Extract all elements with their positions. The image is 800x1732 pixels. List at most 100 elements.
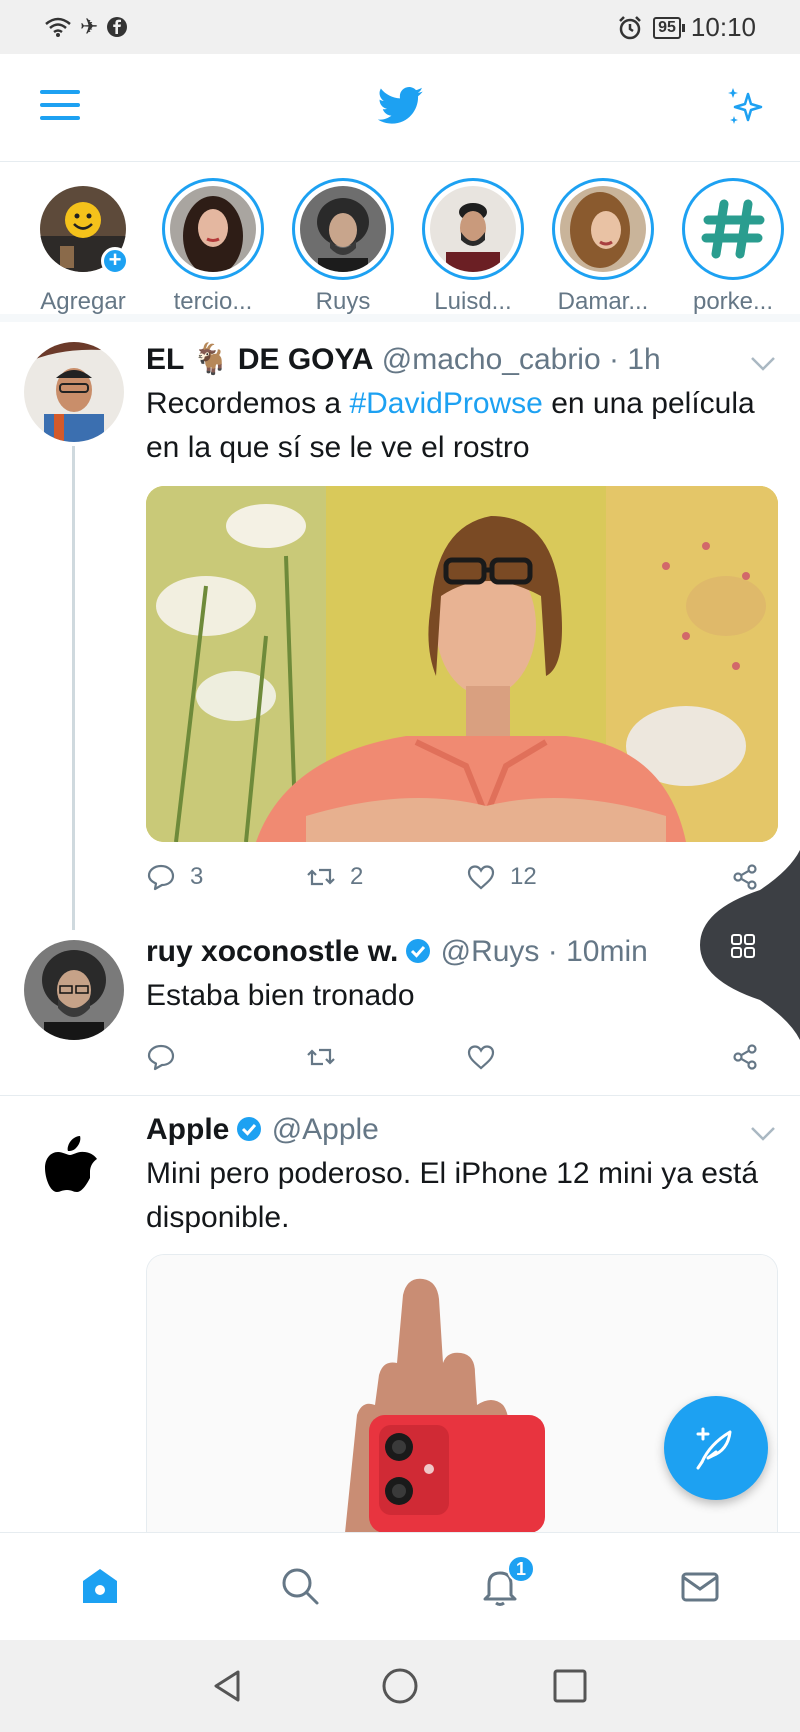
fleet-label: tercio... bbox=[173, 288, 253, 315]
author-handle[interactable]: @Ruys bbox=[441, 935, 540, 968]
fleet-label: Ruys bbox=[315, 288, 371, 315]
fleet-item[interactable]: Damar... bbox=[538, 162, 668, 315]
add-fleet-plus-icon: + bbox=[101, 247, 129, 275]
hashtag-link[interactable]: #DavidProwse bbox=[349, 387, 542, 420]
like-button[interactable] bbox=[466, 1042, 626, 1072]
apple-logo-icon bbox=[45, 1136, 97, 1192]
fleet-item[interactable]: tercio... bbox=[148, 162, 278, 315]
tweet-actions bbox=[146, 1042, 760, 1072]
wifi-icon bbox=[45, 17, 71, 37]
tweet-header: EL 🐐 DE GOYA @macho_cabrio · 1h bbox=[146, 340, 780, 380]
home-icon bbox=[83, 1569, 117, 1603]
tweet-time: · 10min bbox=[547, 935, 648, 968]
fleet-item[interactable]: porke... bbox=[668, 162, 798, 315]
tweet-header: Apple @Apple bbox=[146, 1110, 780, 1150]
avatar bbox=[170, 186, 256, 272]
nav-search[interactable] bbox=[200, 1533, 400, 1640]
system-navigation-bar bbox=[0, 1640, 800, 1732]
tweet-body: EL 🐐 DE GOYA @macho_cabrio · 1h Recordem… bbox=[146, 340, 780, 470]
tweet-actions: 3 2 12 bbox=[146, 862, 760, 892]
fleet-item[interactable]: Ruys bbox=[278, 162, 408, 315]
battery-indicator: 95 bbox=[653, 16, 685, 39]
share-button[interactable] bbox=[730, 1042, 760, 1072]
fleet-label: Agregar bbox=[40, 288, 126, 315]
fleet-avatar-ring: + bbox=[32, 178, 134, 280]
top-app-bar bbox=[0, 54, 800, 162]
tweet-image[interactable] bbox=[146, 1254, 778, 1532]
clock: 10:10 bbox=[690, 12, 756, 42]
tweet-header: ruy xoconostle w. @Ruys · 10min bbox=[146, 932, 780, 972]
fleet-label: Damar... bbox=[557, 288, 649, 315]
tweet-text: Estaba bien tronado bbox=[146, 979, 415, 1012]
compose-tweet-button[interactable] bbox=[664, 1396, 768, 1500]
floating-side-handle[interactable] bbox=[700, 850, 800, 1040]
fleet-avatar-ring bbox=[552, 178, 654, 280]
heart-icon bbox=[467, 1045, 495, 1070]
fleet-item[interactable]: Luisd... bbox=[408, 162, 538, 315]
avatar[interactable] bbox=[24, 940, 124, 1040]
tweet-image[interactable] bbox=[146, 486, 778, 842]
reply-count: 3 bbox=[190, 863, 204, 890]
bottom-navigation: 1 bbox=[0, 1532, 800, 1640]
author-name[interactable]: Apple bbox=[146, 1113, 229, 1146]
tweet-time: · 1h bbox=[609, 343, 661, 376]
avatar bbox=[690, 186, 776, 272]
recents-icon[interactable] bbox=[550, 1666, 590, 1706]
tweet-text: Recordemos a #DavidProwse en una películ… bbox=[146, 382, 780, 470]
status-icons-left: ✈ bbox=[44, 14, 128, 40]
tweet-divider bbox=[0, 1095, 800, 1096]
reply-button[interactable] bbox=[146, 1042, 306, 1072]
chevron-down-icon[interactable] bbox=[750, 356, 776, 372]
verified-badge-icon bbox=[406, 939, 431, 963]
menu-icon[interactable] bbox=[40, 90, 80, 126]
notification-badge: 1 bbox=[507, 1555, 535, 1583]
verified-badge-icon bbox=[237, 1117, 262, 1141]
avatar[interactable] bbox=[24, 1120, 124, 1220]
tweet[interactable]: ruy xoconostle w. @Ruys · 10min Estaba b… bbox=[0, 930, 800, 1090]
reply-button[interactable]: 3 bbox=[146, 862, 306, 892]
reply-icon bbox=[147, 1044, 175, 1071]
chevron-down-icon[interactable] bbox=[750, 1126, 776, 1142]
author-handle[interactable]: @macho_cabrio bbox=[382, 343, 601, 376]
fleet-add[interactable]: + Agregar bbox=[18, 162, 148, 315]
nav-home[interactable] bbox=[0, 1533, 200, 1640]
search-icon bbox=[282, 1568, 319, 1605]
fleets-row: + Agregar tercio... Ruys Luisd... Damar.… bbox=[0, 162, 800, 322]
fleet-avatar-ring bbox=[292, 178, 394, 280]
nav-messages[interactable] bbox=[600, 1533, 800, 1640]
author-name[interactable]: ruy xoconostle w. bbox=[146, 935, 398, 968]
twitter-bird-icon[interactable] bbox=[378, 86, 424, 126]
like-count: 12 bbox=[510, 863, 537, 890]
mail-icon bbox=[681, 1572, 719, 1602]
compose-feather-icon bbox=[696, 1427, 732, 1470]
avatar bbox=[430, 186, 516, 272]
facebook-icon bbox=[107, 17, 128, 37]
retweet-count: 2 bbox=[350, 863, 364, 890]
fleet-label: Luisd... bbox=[434, 288, 512, 315]
airplane-icon: ✈ bbox=[80, 14, 99, 39]
home-circle-icon[interactable] bbox=[380, 1666, 420, 1706]
nav-notifications[interactable]: 1 bbox=[400, 1533, 600, 1640]
alarm-icon bbox=[619, 15, 642, 39]
avatar bbox=[560, 186, 646, 272]
avatar[interactable] bbox=[24, 342, 124, 442]
like-button[interactable]: 12 bbox=[466, 862, 626, 892]
tweet[interactable]: EL 🐐 DE GOYA @macho_cabrio · 1h Recordem… bbox=[0, 330, 800, 930]
author-name[interactable]: EL 🐐 DE GOYA bbox=[146, 343, 373, 376]
fleet-avatar-ring bbox=[682, 178, 784, 280]
sparkle-icon[interactable] bbox=[722, 82, 770, 130]
status-icons-right: 95 10:10 bbox=[617, 12, 756, 43]
retweet-button[interactable]: 2 bbox=[306, 862, 466, 892]
fleet-avatar-ring bbox=[422, 178, 524, 280]
retweet-icon bbox=[307, 1048, 335, 1066]
status-bar: ✈ 95 10:10 bbox=[0, 0, 800, 54]
retweet-button[interactable] bbox=[306, 1042, 466, 1072]
back-icon[interactable] bbox=[208, 1666, 248, 1706]
author-handle[interactable]: @Apple bbox=[272, 1113, 379, 1146]
avatar bbox=[300, 186, 386, 272]
fleet-label: porke... bbox=[692, 288, 774, 315]
fleet-avatar-ring bbox=[162, 178, 264, 280]
tweet-text-part: Recordemos a bbox=[146, 387, 350, 420]
tweet-body: Apple @Apple Mini pero poderoso. El iPho… bbox=[146, 1110, 780, 1240]
thread-line bbox=[72, 446, 75, 930]
